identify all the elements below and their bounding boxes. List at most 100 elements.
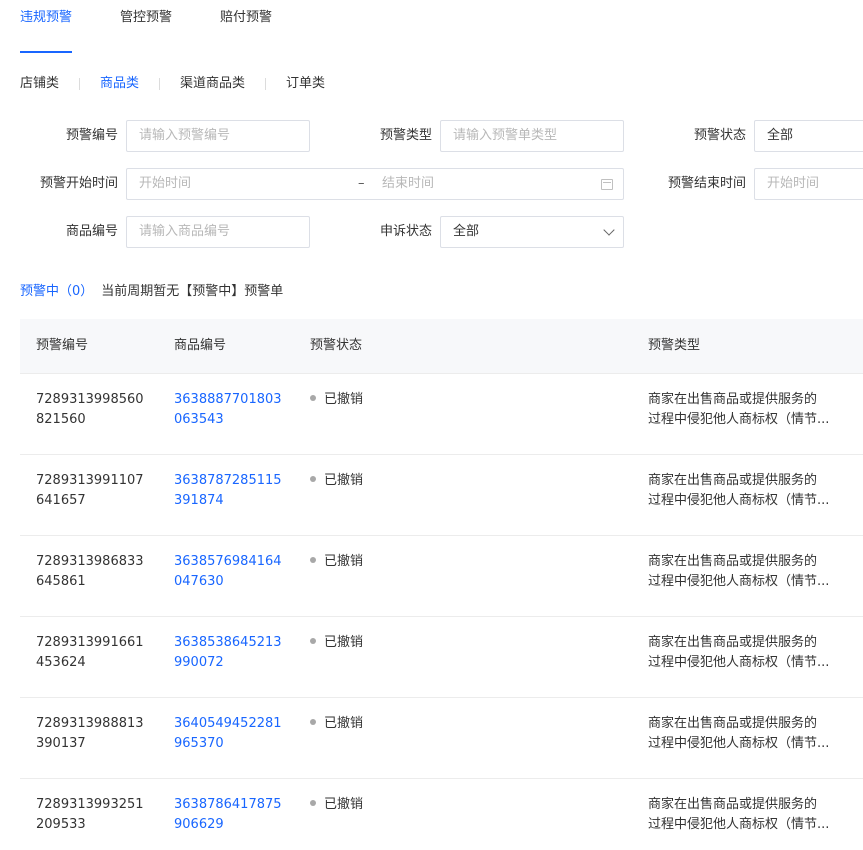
type-text-line1: 商家在出售商品或提供服务的 xyxy=(648,797,818,812)
type-text-line2: 过程中侵犯他人商标权（情节... xyxy=(648,655,830,670)
top-tabs: 违规预警 管控预警 赔付预警 xyxy=(20,0,320,53)
status-text: 已撤销 xyxy=(324,554,364,569)
warning-no-cell: 7289313993251209533 xyxy=(36,797,144,832)
status-text: 已撤销 xyxy=(324,473,364,488)
divider xyxy=(265,78,267,90)
start-time-label: 预警开始时间 xyxy=(39,176,118,191)
column-header-product-no: 商品编号 xyxy=(174,338,227,353)
tab-control-warning[interactable]: 管控预警 xyxy=(120,0,172,46)
product-no-input[interactable]: 请输入商品编号 xyxy=(126,216,310,248)
warning-no-cell: 7289313986833645861 xyxy=(36,554,144,589)
start-time-start-placeholder: 开始时间 xyxy=(139,176,192,191)
warning-type-placeholder: 请输入预警单类型 xyxy=(453,128,558,143)
warning-no-label: 预警编号 xyxy=(65,128,118,143)
chevron-down-icon xyxy=(603,224,615,236)
warning-status-value: 全部 xyxy=(767,128,794,143)
warning-table: 预警编号 商品编号 预警状态 预警类型 7289313998560821560 … xyxy=(20,319,863,850)
appeal-status-value: 全部 xyxy=(453,224,480,239)
warning-no-cell: 7289313998560821560 xyxy=(36,392,144,427)
warning-no-placeholder: 请输入预警编号 xyxy=(139,128,231,143)
type-text-line2: 过程中侵犯他人商标权（情节... xyxy=(648,412,830,427)
warning-status-label: 预警状态 xyxy=(693,128,746,143)
column-header-status: 预警状态 xyxy=(310,338,363,353)
subtab-channel-product[interactable]: 渠道商品类 xyxy=(180,73,245,95)
type-text-line2: 过程中侵犯他人商标权（情节... xyxy=(648,574,830,589)
status-dot xyxy=(310,637,316,644)
subtab-store[interactable]: 店铺类 xyxy=(20,73,59,95)
product-no-link[interactable]: 3638787285115391874 xyxy=(174,471,284,511)
summary-message: 当前周期暂无【预警中】预警单 xyxy=(101,284,284,299)
warning-no-input[interactable]: 请输入预警编号 xyxy=(126,120,310,152)
warning-type-input[interactable]: 请输入预警单类型 xyxy=(440,120,624,152)
table-row: 7289313991107641657 3638787285115391874 … xyxy=(20,455,863,536)
type-text-line2: 过程中侵犯他人商标权（情节... xyxy=(648,493,830,508)
warning-summary: 预警中（0） 当前周期暂无【预警中】预警单 xyxy=(20,281,283,303)
table-row: 7289313998560821560 3638887701803063543 … xyxy=(20,374,863,455)
type-text-line2: 过程中侵犯他人商标权（情节... xyxy=(648,817,830,832)
table-row: 7289313988813390137 3640549452281965370 … xyxy=(20,698,863,779)
tab-violation-warning[interactable]: 违规预警 xyxy=(20,0,73,53)
appeal-status-select[interactable]: 全部 xyxy=(440,216,624,248)
warning-type-cell: 商家在出售商品或提供服务的 过程中侵犯他人商标权（情节... xyxy=(648,471,848,511)
in-warning-count-link[interactable]: 预警中（0） xyxy=(20,284,93,299)
status-cell: 已撤销 xyxy=(310,795,363,815)
warning-no-cell: 7289313988813390137 xyxy=(36,716,144,751)
product-no-link[interactable]: 3638576984164047630 xyxy=(174,552,284,592)
status-cell: 已撤销 xyxy=(310,390,363,410)
status-text: 已撤销 xyxy=(324,392,364,407)
subtab-order[interactable]: 订单类 xyxy=(286,73,325,95)
warning-type-cell: 商家在出售商品或提供服务的 过程中侵犯他人商标权（情节... xyxy=(648,633,848,673)
product-no-placeholder: 请输入商品编号 xyxy=(139,224,231,239)
warning-type-cell: 商家在出售商品或提供服务的 过程中侵犯他人商标权（情节... xyxy=(648,390,848,430)
warning-no-cell: 7289313991661453624 xyxy=(36,635,144,670)
type-text-line2: 过程中侵犯他人商标权（情节... xyxy=(648,736,830,751)
status-dot xyxy=(310,718,316,725)
status-text: 已撤销 xyxy=(324,635,364,650)
end-time-start-placeholder: 开始时间 xyxy=(767,176,820,191)
page: 违规预警 管控预警 赔付预警 店铺类 商品类 渠道商品类 订单类 预警编号 请输… xyxy=(0,0,863,850)
status-dot xyxy=(310,394,316,401)
type-text-line1: 商家在出售商品或提供服务的 xyxy=(648,635,818,650)
status-cell: 已撤销 xyxy=(310,714,363,734)
type-text-line1: 商家在出售商品或提供服务的 xyxy=(648,554,818,569)
divider xyxy=(79,78,81,90)
column-header-warning-no: 预警编号 xyxy=(36,338,89,353)
product-no-link[interactable]: 3638887701803063543 xyxy=(174,390,284,430)
product-no-link[interactable]: 3640549452281965370 xyxy=(174,714,284,754)
calendar-icon xyxy=(601,179,613,190)
divider xyxy=(159,78,161,90)
warning-type-cell: 商家在出售商品或提供服务的 过程中侵犯他人商标权（情节... xyxy=(648,552,848,592)
status-text: 已撤销 xyxy=(324,716,364,731)
product-no-link[interactable]: 3638538645213990072 xyxy=(174,633,284,673)
status-cell: 已撤销 xyxy=(310,633,363,653)
table-row: 7289313991661453624 3638538645213990072 … xyxy=(20,617,863,698)
warning-no-cell: 7289313991107641657 xyxy=(36,473,144,508)
subtab-product[interactable]: 商品类 xyxy=(100,73,139,95)
type-text-line1: 商家在出售商品或提供服务的 xyxy=(648,473,818,488)
warning-type-cell: 商家在出售商品或提供服务的 过程中侵犯他人商标权（情节... xyxy=(648,795,848,835)
start-time-range-picker[interactable]: 开始时间 – 结束时间 xyxy=(126,168,624,200)
end-time-range-picker[interactable]: 开始时间 xyxy=(754,168,863,200)
table-row: 7289313993251209533 3638786417875906629 … xyxy=(20,779,863,850)
status-cell: 已撤销 xyxy=(310,552,363,572)
table-header: 预警编号 商品编号 预警状态 预警类型 xyxy=(20,319,863,374)
product-no-link[interactable]: 3638786417875906629 xyxy=(174,795,284,835)
type-text-line1: 商家在出售商品或提供服务的 xyxy=(648,716,818,731)
table-row: 7289313986833645861 3638576984164047630 … xyxy=(20,536,863,617)
status-dot xyxy=(310,799,316,806)
status-cell: 已撤销 xyxy=(310,471,363,491)
column-header-type: 预警类型 xyxy=(648,338,701,353)
warning-type-cell: 商家在出售商品或提供服务的 过程中侵犯他人商标权（情节... xyxy=(648,714,848,754)
end-time-label: 预警结束时间 xyxy=(667,176,746,191)
status-text: 已撤销 xyxy=(324,797,364,812)
warning-type-label: 预警类型 xyxy=(379,128,432,143)
status-dot xyxy=(310,475,316,482)
warning-status-select[interactable]: 全部 xyxy=(754,120,863,152)
range-separator: – xyxy=(358,176,365,191)
appeal-status-label: 申诉状态 xyxy=(379,224,432,239)
tab-compensation-warning[interactable]: 赔付预警 xyxy=(220,0,272,46)
sub-tabs: 店铺类 商品类 渠道商品类 订单类 xyxy=(20,73,325,95)
product-no-label: 商品编号 xyxy=(65,224,118,239)
status-dot xyxy=(310,556,316,563)
type-text-line1: 商家在出售商品或提供服务的 xyxy=(648,392,818,407)
